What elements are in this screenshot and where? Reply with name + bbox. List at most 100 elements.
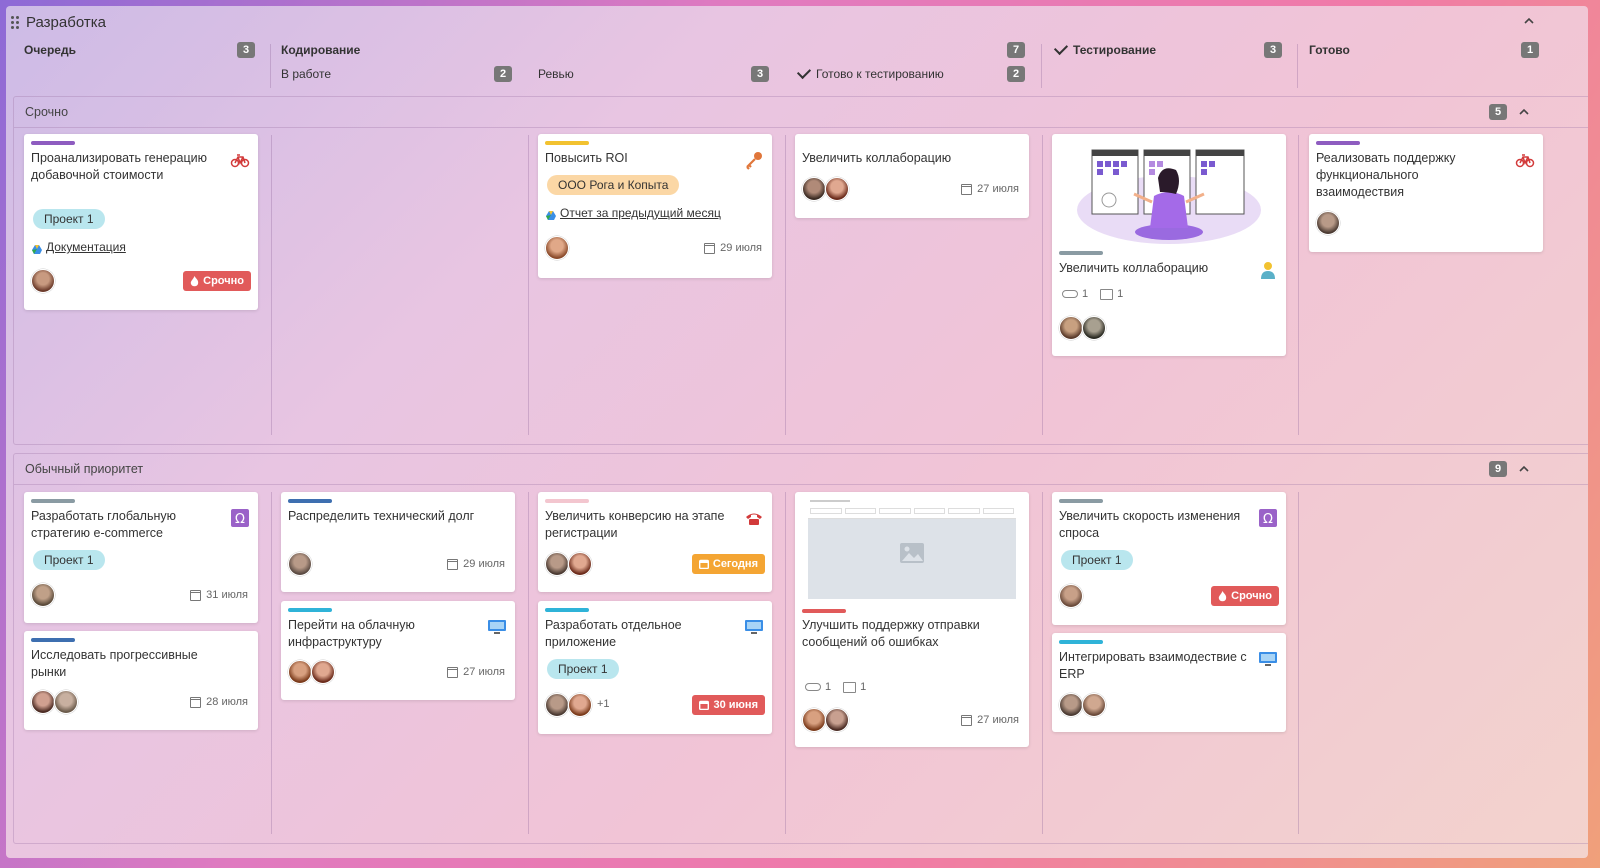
column-header-coding[interactable]: Кодирование — [281, 43, 360, 57]
assignee-avatars[interactable] — [31, 269, 55, 293]
collapse-lane-chevron-up-icon[interactable] — [1518, 105, 1530, 121]
assignee-avatars[interactable] — [1059, 693, 1106, 717]
due-date: 31 июля — [190, 589, 248, 601]
task-card[interactable]: Разработать отдельное приложение Проект … — [538, 601, 772, 734]
column-header-testing[interactable]: Тестирование — [1053, 40, 1157, 57]
avatar[interactable] — [1082, 316, 1106, 340]
task-card[interactable]: Улучшить поддержку отправки сообщений об… — [795, 492, 1029, 747]
more-assignees-count[interactable]: +1 — [597, 693, 610, 717]
avatar[interactable] — [825, 708, 849, 732]
task-card[interactable]: Исследовать прогрессивные рынки 28 июля — [24, 631, 258, 730]
swimlane-header[interactable]: Обычный приоритет 9 — [14, 454, 1588, 485]
card-cover-illustration — [1072, 136, 1266, 244]
avatar[interactable] — [311, 660, 335, 684]
monitor-icon — [487, 617, 507, 637]
card-meta: 1 1 — [1062, 288, 1135, 300]
key-icon — [744, 150, 764, 170]
column-label: Кодирование — [281, 43, 361, 57]
avatar[interactable] — [31, 690, 55, 714]
swimlane-header[interactable]: Срочно 5 — [14, 97, 1588, 128]
avatar[interactable] — [825, 177, 849, 201]
attachment-link[interactable]: Документация — [32, 240, 126, 254]
card-color-bar — [545, 499, 589, 503]
collapse-lane-chevron-up-icon[interactable] — [1518, 462, 1530, 478]
priority-badge: Срочно — [183, 271, 251, 291]
assignee-avatars[interactable] — [545, 552, 592, 576]
task-card[interactable]: Увеличить скорость изменения спроса Ω Пр… — [1052, 492, 1286, 625]
collapse-board-chevron-up-icon[interactable] — [1523, 14, 1535, 30]
avatar[interactable] — [54, 690, 78, 714]
avatar[interactable] — [1082, 693, 1106, 717]
client-tag[interactable]: ООО Рога и Копыта — [547, 175, 680, 195]
card-color-bar — [31, 638, 75, 642]
avatar[interactable] — [1316, 211, 1340, 235]
card-title: Реализовать поддержку функционального вз… — [1316, 151, 1456, 199]
priority-badge-label: Срочно — [1231, 590, 1272, 602]
avatar[interactable] — [1059, 316, 1083, 340]
column-header-done[interactable]: Готово — [1309, 43, 1350, 57]
card-title: Увеличить коллаборацию — [1059, 261, 1209, 275]
avatar[interactable] — [568, 693, 592, 717]
project-tag[interactable]: Проект 1 — [33, 209, 105, 229]
avatar[interactable] — [1059, 693, 1083, 717]
task-card[interactable]: Повысить ROI ООО Рога и Копыта Отчет за … — [538, 134, 772, 278]
card-title: Улучшить поддержку отправки сообщений об… — [802, 618, 980, 649]
task-card[interactable]: Интегрировать взаимодествие с ERP — [1052, 633, 1286, 732]
google-drive-icon — [32, 243, 42, 254]
task-card[interactable]: Реализовать поддержку функционального вз… — [1309, 134, 1543, 252]
project-tag[interactable]: Проект 1 — [33, 550, 105, 570]
card-title: Увеличить конверсию на этапе регистрации — [545, 509, 725, 540]
fire-icon — [1218, 590, 1227, 601]
avatar[interactable] — [1059, 584, 1083, 608]
avatar[interactable] — [545, 236, 569, 260]
column-divider — [785, 135, 786, 435]
board-title[interactable]: Разработка — [11, 14, 106, 31]
subcolumn-header-in-progress[interactable]: В работе — [281, 67, 331, 81]
card-color-bar — [31, 141, 75, 145]
project-tag[interactable]: Проект 1 — [1061, 550, 1133, 570]
assignee-avatars[interactable] — [1059, 584, 1083, 608]
card-color-bar — [288, 499, 332, 503]
phone-icon — [744, 508, 764, 528]
task-card[interactable]: Разработать глобальную стратегию e-comme… — [24, 492, 258, 623]
task-card[interactable]: Перейти на облачную инфраструктуру 27 ию… — [281, 601, 515, 700]
avatar[interactable] — [802, 177, 826, 201]
assignee-avatars[interactable] — [802, 708, 849, 732]
assignee-avatars[interactable] — [1316, 211, 1340, 235]
avatar[interactable] — [568, 552, 592, 576]
task-card[interactable]: Увеличить коллаборацию 1 1 — [1052, 134, 1286, 356]
avatar[interactable] — [31, 583, 55, 607]
subcolumn-header-ready-for-testing[interactable]: Готово к тестированию — [796, 64, 944, 81]
avatar[interactable] — [288, 660, 312, 684]
column-divider — [271, 492, 272, 834]
subcolumn-header-review[interactable]: Ревью — [538, 67, 574, 81]
drag-handle-icon[interactable] — [11, 15, 21, 30]
avatar[interactable] — [545, 693, 569, 717]
column-label: Тестирование — [1073, 43, 1157, 57]
task-card[interactable]: Увеличить коллаборацию 27 июля — [795, 134, 1029, 218]
attachment-link[interactable]: Отчет за предыдущий месяц — [546, 206, 721, 220]
avatar[interactable] — [31, 269, 55, 293]
task-card[interactable]: Проанализировать генерацию добавочной ст… — [24, 134, 258, 310]
assignee-avatars[interactable] — [31, 690, 78, 714]
assignee-avatars[interactable] — [288, 552, 312, 576]
task-card[interactable]: Увеличить конверсию на этапе регистрации… — [538, 492, 772, 592]
assignee-avatars[interactable] — [31, 583, 55, 607]
project-tag[interactable]: Проект 1 — [547, 659, 619, 679]
avatar[interactable] — [545, 552, 569, 576]
due-date-text: 29 июля — [463, 558, 505, 570]
avatar[interactable] — [802, 708, 826, 732]
assignee-avatars[interactable]: +1 — [545, 693, 610, 717]
column-divider — [1298, 135, 1299, 435]
assignee-avatars[interactable] — [1059, 316, 1106, 340]
due-date-text: 27 июля — [977, 183, 1019, 195]
comment-icon — [1100, 288, 1114, 300]
priority-badge-label: Срочно — [203, 275, 244, 287]
avatar[interactable] — [288, 552, 312, 576]
column-header-queue[interactable]: Очередь — [24, 43, 76, 57]
column-label: Ревью — [538, 67, 574, 81]
task-card[interactable]: Распределить технический долг 29 июля — [281, 492, 515, 592]
assignee-avatars[interactable] — [802, 177, 849, 201]
assignee-avatars[interactable] — [545, 236, 569, 260]
assignee-avatars[interactable] — [288, 660, 335, 684]
